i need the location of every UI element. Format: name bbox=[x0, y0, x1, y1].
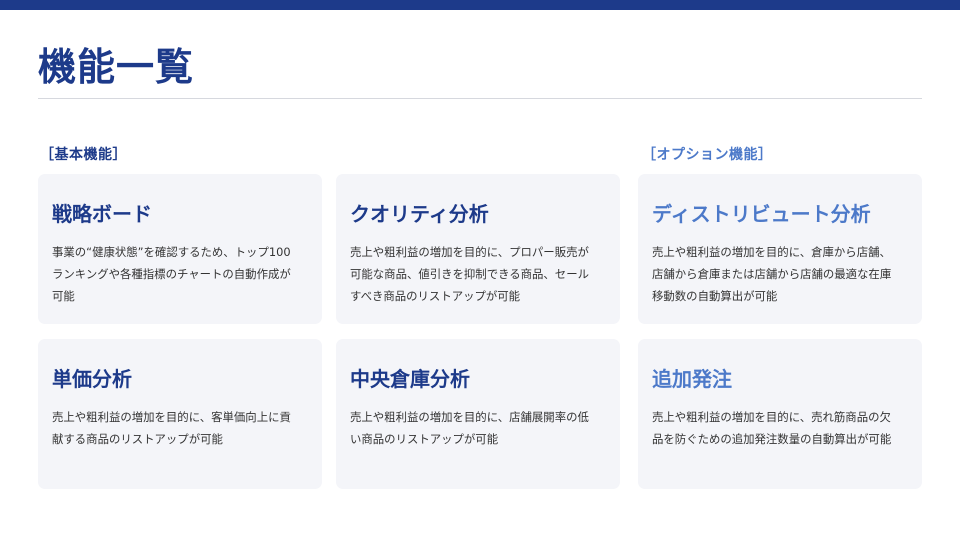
description-line: 売上や粗利益の増加を目的に、店舗展開率の低 bbox=[350, 410, 589, 424]
card-additional-order: 追加発注 売上や粗利益の増加を目的に、売れ筋商品の欠 品を防ぐための追加発注数量… bbox=[638, 339, 922, 489]
description-line: ランキングや各種指標のチャートの自動作成が bbox=[52, 267, 291, 281]
card-distribute-analysis: ディストリビュート分析 売上や粗利益の増加を目的に、倉庫から店舗、 店舗から倉庫… bbox=[638, 174, 922, 324]
top-accent-bar bbox=[0, 0, 960, 10]
card-title: 追加発注 bbox=[652, 367, 732, 391]
card-description: 売上や粗利益の増加を目的に、売れ筋商品の欠 品を防ぐための追加発注数量の自動算出… bbox=[652, 406, 908, 450]
card-description: 売上や粗利益の増加を目的に、プロパー販売が 可能な商品、値引きを抑制できる商品、… bbox=[350, 241, 606, 307]
description-line: 事業の“健康状態”を確認するため、トップ100 bbox=[52, 245, 291, 259]
description-line: 売上や粗利益の増加を目的に、売れ筋商品の欠 bbox=[652, 410, 891, 424]
description-line: 可能な商品、値引きを抑制できる商品、セール bbox=[350, 267, 589, 281]
description-line: 移動数の自動算出が可能 bbox=[652, 289, 778, 303]
card-description: 事業の“健康状態”を確認するため、トップ100 ランキングや各種指標のチャートの… bbox=[52, 241, 308, 307]
section-label-basic: ［基本機能］ bbox=[40, 147, 127, 163]
card-description: 売上や粗利益の増加を目的に、倉庫から店舗、 店舗から倉庫または店舗から店舗の最適… bbox=[652, 241, 908, 307]
description-line: 売上や粗利益の増加を目的に、客単価向上に貢 bbox=[52, 410, 291, 424]
description-line: い商品のリストアップが可能 bbox=[350, 432, 499, 446]
section-label-option: ［オプション機能］ bbox=[642, 147, 773, 163]
card-title: 戦略ボード bbox=[52, 202, 152, 226]
description-line: 品を防ぐための追加発注数量の自動算出が可能 bbox=[652, 432, 892, 446]
description-line: 可能 bbox=[52, 289, 75, 303]
description-line: 店舗から倉庫または店舗から店舗の最適な在庫 bbox=[652, 267, 892, 281]
description-line: すべき商品のリストアップが可能 bbox=[350, 289, 521, 303]
card-description: 売上や粗利益の増加を目的に、店舗展開率の低 い商品のリストアップが可能 bbox=[350, 406, 606, 450]
card-unit-price-analysis: 単価分析 売上や粗利益の増加を目的に、客単価向上に貢 献する商品のリストアップが… bbox=[38, 339, 322, 489]
title-divider bbox=[38, 98, 922, 99]
card-description: 売上や粗利益の増加を目的に、客単価向上に貢 献する商品のリストアップが可能 bbox=[52, 406, 308, 450]
card-title: クオリティ分析 bbox=[350, 202, 489, 226]
description-line: 献する商品のリストアップが可能 bbox=[52, 432, 223, 446]
card-strategy-board: 戦略ボード 事業の“健康状態”を確認するため、トップ100 ランキングや各種指標… bbox=[38, 174, 322, 324]
page-title: 機能一覧 bbox=[38, 45, 195, 89]
card-title: ディストリビュート分析 bbox=[652, 202, 871, 226]
card-title: 中央倉庫分析 bbox=[350, 367, 470, 391]
description-line: 売上や粗利益の増加を目的に、プロパー販売が bbox=[350, 245, 589, 259]
description-line: 売上や粗利益の増加を目的に、倉庫から店舗、 bbox=[652, 245, 891, 259]
card-central-warehouse-analysis: 中央倉庫分析 売上や粗利益の増加を目的に、店舗展開率の低 い商品のリストアップが… bbox=[336, 339, 620, 489]
card-title: 単価分析 bbox=[52, 367, 132, 391]
card-quality-analysis: クオリティ分析 売上や粗利益の増加を目的に、プロパー販売が 可能な商品、値引きを… bbox=[336, 174, 620, 324]
